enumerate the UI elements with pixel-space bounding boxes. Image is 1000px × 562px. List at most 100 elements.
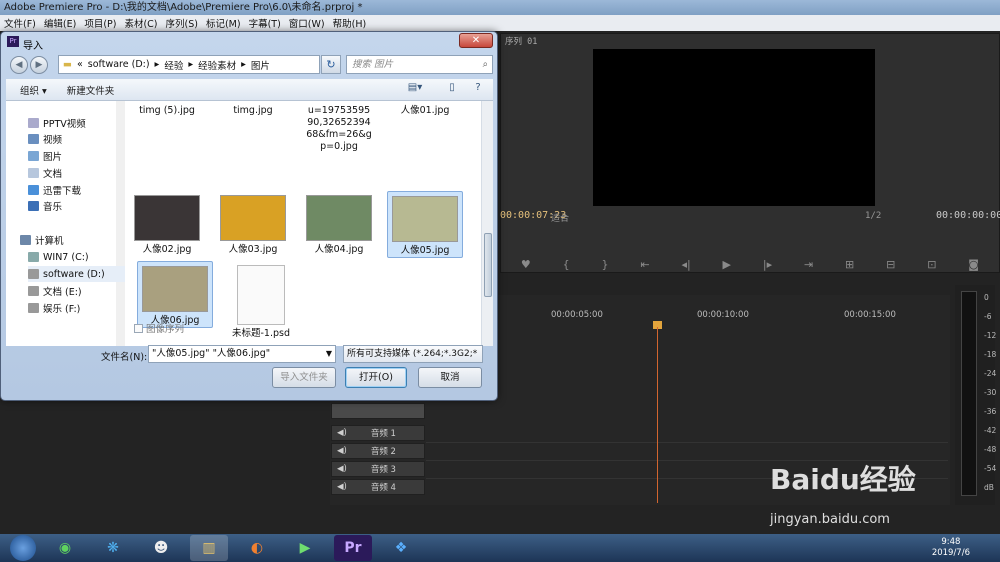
menu-item[interactable]: 字幕(T): [249, 16, 281, 30]
breadcrumb-item[interactable]: 经验: [164, 58, 183, 72]
breadcrumb-item[interactable]: 图片: [251, 58, 270, 72]
menu-item[interactable]: 序列(S): [166, 16, 198, 30]
nav-item[interactable]: 计算机: [20, 232, 130, 248]
file-item[interactable]: 人像01.jpg: [387, 105, 463, 117]
chevron-down-icon[interactable]: ▼: [326, 346, 332, 362]
overwrite-icon[interactable]: ⊟: [886, 258, 895, 271]
filetype-value: 所有可支持媒体 (*.264;*.3G2;*: [347, 349, 478, 359]
in-point-icon[interactable]: {: [563, 258, 570, 271]
menu-item[interactable]: 编辑(E): [44, 16, 76, 30]
menu-item[interactable]: 素材(C): [124, 16, 157, 30]
audio-track-4[interactable]: ◀) 音频 4: [331, 479, 425, 495]
play-icon[interactable]: ▶: [723, 258, 731, 271]
step-forward-icon[interactable]: |▸: [763, 258, 772, 271]
nav-item-label: 计算机: [35, 236, 64, 247]
step-back-icon[interactable]: ◂|: [681, 258, 690, 271]
speaker-icon[interactable]: ◀): [337, 428, 347, 438]
nav-item[interactable]: 音乐: [28, 198, 138, 214]
start-button[interactable]: [10, 535, 36, 561]
file-scrollbar[interactable]: [481, 101, 493, 346]
goto-in-icon[interactable]: ⇤: [640, 258, 649, 271]
premiere-taskbar-icon[interactable]: Pr: [334, 535, 372, 561]
nav-item[interactable]: 迅雷下载: [28, 182, 138, 198]
file-item[interactable]: 人像05.jpg: [387, 191, 463, 258]
preview-pane-icon[interactable]: ▯: [443, 82, 461, 98]
address-bar[interactable]: ▬ « software (D:) ▸ 经验 ▸ 经验素材 ▸ 图片: [58, 55, 320, 74]
qq-icon[interactable]: ☻: [142, 535, 180, 561]
video-track-header[interactable]: [331, 403, 425, 419]
nav-item[interactable]: software (D:): [28, 266, 128, 282]
search-icon[interactable]: ⌕: [483, 56, 488, 73]
file-item[interactable]: 人像02.jpg: [129, 191, 205, 256]
fit-dropdown[interactable]: 适合: [551, 211, 569, 224]
help-icon[interactable]: ?: [469, 82, 487, 98]
out-point-icon[interactable]: }: [602, 258, 609, 271]
filename-input[interactable]: "人像05.jpg" "人像06.jpg" ▼: [148, 345, 336, 363]
audio-track-1[interactable]: ◀) 音频 1: [331, 425, 425, 441]
zoom-dropdown[interactable]: 1/2: [865, 211, 881, 221]
speaker-icon[interactable]: ◀): [337, 446, 347, 456]
view-options-icon[interactable]: ▤▾: [406, 82, 424, 98]
firefox-icon[interactable]: ◐: [238, 535, 276, 561]
lift-icon[interactable]: ⊡: [927, 258, 936, 271]
nav-item[interactable]: 娱乐 (F:): [28, 300, 138, 316]
system-clock[interactable]: 9:48 2019/7/6: [932, 537, 970, 559]
nav-item[interactable]: PPTV视频: [28, 115, 138, 131]
menu-item[interactable]: 文件(F): [4, 16, 36, 30]
filetype-select[interactable]: 所有可支持媒体 (*.264;*.3G2;*: [343, 345, 483, 363]
menu-item[interactable]: 窗口(W): [289, 16, 325, 30]
playhead-line[interactable]: [657, 327, 658, 503]
browser-icon[interactable]: ◉: [46, 535, 84, 561]
sequence-tab[interactable]: 序列 01: [505, 35, 537, 47]
new-folder-button[interactable]: 新建文件夹: [67, 83, 115, 97]
file-item[interactable]: 人像06.jpg: [137, 261, 213, 328]
breadcrumb-overflow[interactable]: «: [77, 59, 83, 70]
scroll-thumb[interactable]: [484, 233, 492, 297]
insert-icon[interactable]: ⊞: [845, 258, 854, 271]
menu-item[interactable]: 项目(P): [84, 16, 116, 30]
open-button[interactable]: 打开(O): [345, 367, 407, 388]
file-name: u=1975359590,3265239468&fm=26&gp=0.jpg: [306, 105, 372, 152]
file-name: 人像05.jpg: [400, 245, 450, 256]
audio-track-3[interactable]: ◀) 音频 3: [331, 461, 425, 477]
close-button[interactable]: ✕: [459, 33, 493, 48]
menu-item[interactable]: 帮助(H): [333, 16, 367, 30]
file-item[interactable]: 人像04.jpg: [301, 191, 377, 256]
cancel-button[interactable]: 取消: [418, 367, 482, 388]
menu-item[interactable]: 标记(M): [206, 16, 241, 30]
file-item[interactable]: timg.jpg: [215, 105, 291, 117]
file-item[interactable]: 人像03.jpg: [215, 191, 291, 256]
file-name: 人像02.jpg: [142, 244, 192, 255]
nav-item[interactable]: 文档 (E:): [28, 283, 138, 299]
forward-icon[interactable]: ▶: [30, 56, 48, 74]
nav-item[interactable]: 文档: [28, 165, 138, 181]
refresh-icon[interactable]: ↻: [321, 55, 341, 74]
image-sequence-checkbox[interactable]: 图像序列: [134, 321, 184, 335]
back-icon[interactable]: ◀: [10, 56, 28, 74]
nav-item[interactable]: 视频: [28, 131, 138, 147]
import-dialog: Pr 导入 ✕ ◀ ▶ ▬ « software (D:) ▸ 经验 ▸ 经验素材 ▸…: [0, 31, 498, 401]
search-input[interactable]: 搜索 图片 ⌕: [346, 55, 493, 74]
nav-item[interactable]: WIN7 (C:): [28, 249, 138, 265]
file-item[interactable]: u=1975359590,3265239468&fm=26&gp=0.jpg: [301, 105, 377, 153]
file-name: 人像04.jpg: [314, 244, 364, 255]
media-icon[interactable]: ❋: [94, 535, 132, 561]
export-frame-icon[interactable]: ◙: [968, 258, 979, 271]
marker-icon[interactable]: ♥: [521, 258, 531, 271]
explorer-icon[interactable]: ▥: [190, 535, 228, 561]
player-icon[interactable]: ▶: [286, 535, 324, 561]
breadcrumb-item[interactable]: software (D:): [88, 59, 150, 70]
breadcrumb-item[interactable]: 经验素材: [198, 58, 236, 72]
goto-out-icon[interactable]: ⇥: [804, 258, 813, 271]
import-folder-button[interactable]: 导入文件夹: [272, 367, 336, 388]
file-item[interactable]: 未标题-1.psd: [223, 261, 299, 340]
audio-track-2[interactable]: ◀) 音频 2: [331, 443, 425, 459]
image-thumbnail: [220, 195, 286, 241]
organize-button[interactable]: 组织 ▾: [20, 83, 47, 97]
speaker-icon[interactable]: ◀): [337, 482, 347, 492]
app-icon[interactable]: ❖: [382, 535, 420, 561]
nav-item[interactable]: 图片: [28, 148, 138, 164]
speaker-icon[interactable]: ◀): [337, 464, 347, 474]
file-item[interactable]: timg (5).jpg: [129, 105, 205, 117]
checkbox-box[interactable]: [134, 323, 143, 333]
